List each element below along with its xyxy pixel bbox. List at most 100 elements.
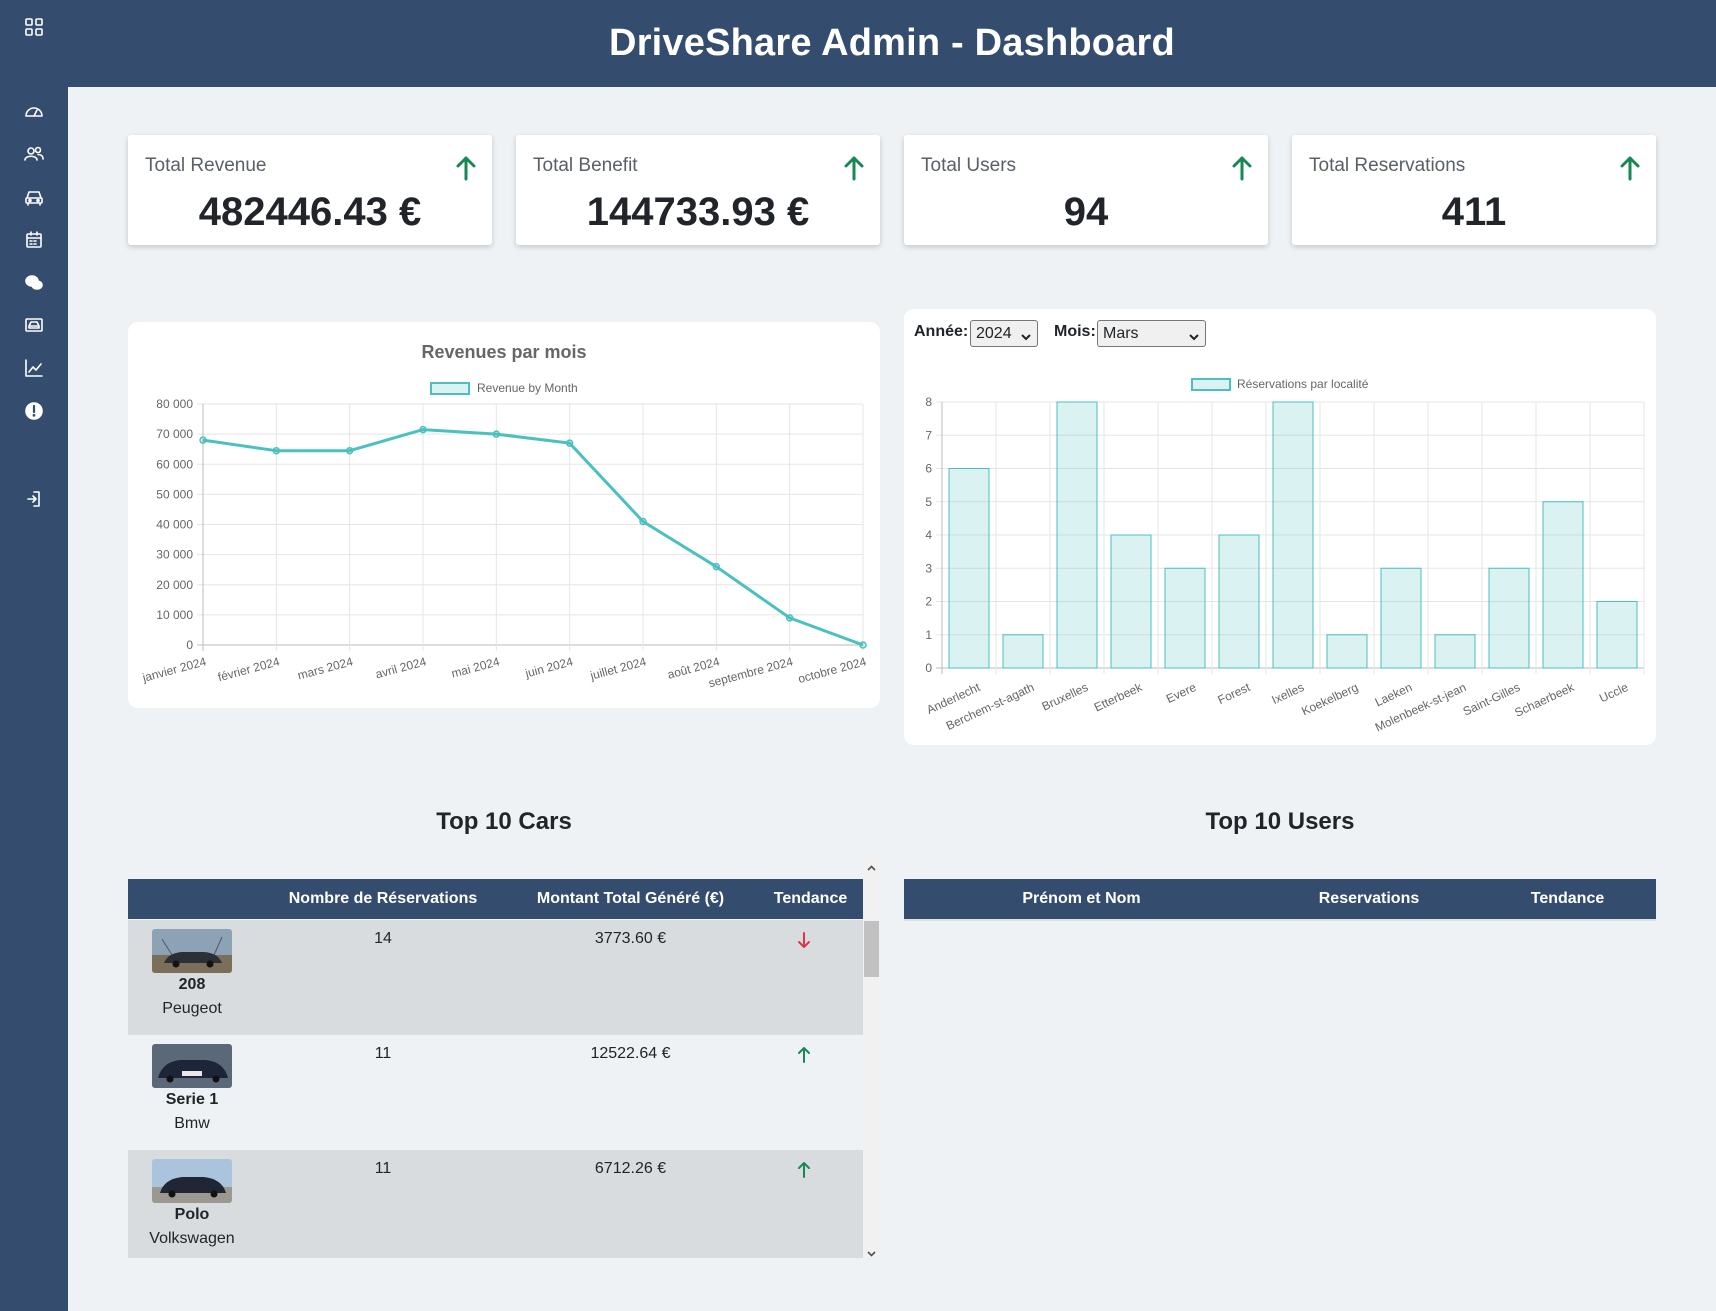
- data-point: [199, 436, 207, 444]
- table-row[interactable]: 208 Peugeot 14 3773.60 €: [128, 920, 863, 1035]
- top-users-table-header: Prénom et Nom Reservations Tendance: [904, 879, 1656, 919]
- bar: [1380, 567, 1422, 669]
- kpi-card-total-reservations: Total Reservations 411: [1292, 135, 1656, 245]
- amount-generated: 12522.64 €: [590, 1045, 671, 1062]
- alert-icon[interactable]: [22, 399, 46, 423]
- car-photo: [152, 929, 232, 973]
- y-tick-label: 50 000: [156, 487, 193, 501]
- bar: [1596, 601, 1638, 669]
- reservations-chart-card: Année: 2024 Mois: Mars Réservations par …: [904, 309, 1656, 745]
- logout-icon[interactable]: [22, 487, 46, 511]
- bar: [1542, 501, 1584, 669]
- top-header: DriveShare Admin - Dashboard: [68, 0, 1716, 87]
- kpi-label: Total Revenue: [145, 155, 267, 176]
- column-header-reservations[interactable]: Nombre de Réservations: [263, 879, 503, 919]
- y-tick-label: 7: [925, 428, 932, 442]
- chart-icon[interactable]: [22, 356, 46, 380]
- scrollbar-thumb[interactable]: [864, 921, 879, 977]
- car-photo: [152, 1044, 232, 1088]
- revenue-chart-card: Revenues par mois Revenue by Month 0 10 0…: [128, 322, 880, 708]
- page-title: DriveShare Admin - Dashboard: [609, 22, 1175, 64]
- arrow-up-icon: [454, 155, 478, 181]
- y-tick-label: 5: [925, 495, 932, 509]
- data-point: [272, 446, 281, 455]
- car-photo: [152, 1159, 232, 1203]
- top-cars-title: Top 10 Cars: [436, 808, 572, 835]
- column-header-reservations[interactable]: Reservations: [1259, 879, 1479, 919]
- x-tick-label: avril 2024: [374, 654, 428, 681]
- kpi-label: Total Users: [921, 155, 1017, 176]
- calendar-icon[interactable]: [22, 228, 46, 252]
- x-tick-label: janvier 2024: [140, 654, 208, 685]
- chat-icon[interactable]: [22, 271, 46, 295]
- arrow-up-icon: [796, 1046, 812, 1064]
- table-divider: [904, 919, 1656, 921]
- x-tick-label: Molenbeek-st-jean: [1373, 680, 1468, 734]
- column-header-name[interactable]: Prénom et Nom: [904, 879, 1259, 919]
- reservations-count: 11: [374, 1160, 392, 1177]
- line-chart: 0 10 000 20 000 30 000 40 000 50 000 60 000 70 …: [140, 397, 868, 690]
- top-cars-scrollbar[interactable]: [863, 856, 880, 1258]
- bar: [1272, 401, 1314, 669]
- dashboard-icon[interactable]: [22, 99, 46, 123]
- reservations-count: 11: [374, 1045, 392, 1062]
- y-tick-label: 6: [925, 462, 932, 476]
- car-brand: Volkswagen: [149, 1230, 235, 1247]
- kpi-card-total-users: Total Users 94: [904, 135, 1268, 245]
- car-icon[interactable]: [22, 185, 46, 209]
- x-tick-label: juillet 2024: [588, 654, 648, 683]
- data-point: [859, 641, 867, 649]
- x-tick-label: septembre 2024: [707, 654, 795, 690]
- data-point: [565, 439, 574, 447]
- vehicle-card-icon[interactable]: [22, 313, 46, 337]
- x-tick-label: mars 2024: [296, 654, 355, 682]
- scroll-up-icon[interactable]: [867, 860, 876, 871]
- bar: [948, 468, 990, 669]
- y-tick-label: 70 000: [156, 427, 193, 441]
- amount-generated: 3773.60 €: [594, 930, 667, 947]
- data-point: [639, 517, 647, 526]
- kpi-label: Total Benefit: [533, 155, 638, 176]
- kpi-card-total-revenue: Total Revenue 482446.43 €: [128, 135, 492, 245]
- y-tick-label: 10 000: [156, 608, 193, 622]
- bar: [1110, 534, 1152, 669]
- table-row[interactable]: Serie 1 Bmw 11 12522.64 €: [128, 1035, 863, 1150]
- x-tick-label: mai 2024: [450, 654, 502, 680]
- table-row[interactable]: Polo Volkswagen 11 6712.26 €: [128, 1150, 863, 1258]
- column-header-trend[interactable]: Tendance: [758, 879, 863, 919]
- x-tick-label: octobre 2024: [796, 654, 868, 686]
- top-cars-table-header: Nombre de Réservations Montant Total Gén…: [128, 879, 863, 919]
- column-header-amount[interactable]: Montant Total Généré (€): [503, 879, 758, 919]
- kpi-value: 411: [1441, 190, 1507, 234]
- car-model: Serie 1: [165, 1091, 219, 1108]
- kpi-value: 482446.43 €: [198, 190, 422, 234]
- sidebar: [0, 0, 68, 1311]
- y-tick-label: 8: [925, 395, 932, 409]
- y-tick-label: 60 000: [156, 457, 193, 471]
- y-tick-label: 1: [925, 628, 932, 642]
- data-point: [785, 614, 794, 622]
- car-model: Polo: [174, 1206, 210, 1223]
- kpi-value: 144733.93 €: [586, 190, 810, 234]
- kpi-label: Total Reservations: [1309, 155, 1466, 176]
- data-point: [712, 562, 721, 571]
- arrow-up-icon: [1230, 155, 1254, 181]
- y-tick-label: 80 000: [156, 397, 193, 411]
- bar: [1164, 567, 1206, 669]
- scroll-down-icon[interactable]: [867, 1245, 876, 1257]
- x-tick-label: Saint-Gilles: [1461, 680, 1523, 719]
- x-tick-label: Uccle: [1597, 680, 1630, 706]
- arrow-up-icon: [1618, 155, 1642, 181]
- column-header-image: [128, 879, 263, 919]
- bar-chart: 012345678AnderlechtBerchem-st-agath Bruxe…: [924, 395, 1645, 734]
- x-tick-label: Bruxelles: [1040, 680, 1091, 714]
- arrow-up-icon: [842, 155, 866, 181]
- x-tick-label: Ixelles: [1270, 680, 1307, 707]
- car-brand: Peugeot: [162, 1000, 222, 1017]
- users-icon[interactable]: [22, 142, 46, 166]
- data-point: [345, 446, 354, 455]
- grid-icon[interactable]: [22, 15, 46, 39]
- y-tick-label: 2: [925, 595, 932, 609]
- column-header-trend[interactable]: Tendance: [1479, 879, 1656, 919]
- y-tick-label: 0: [925, 661, 932, 675]
